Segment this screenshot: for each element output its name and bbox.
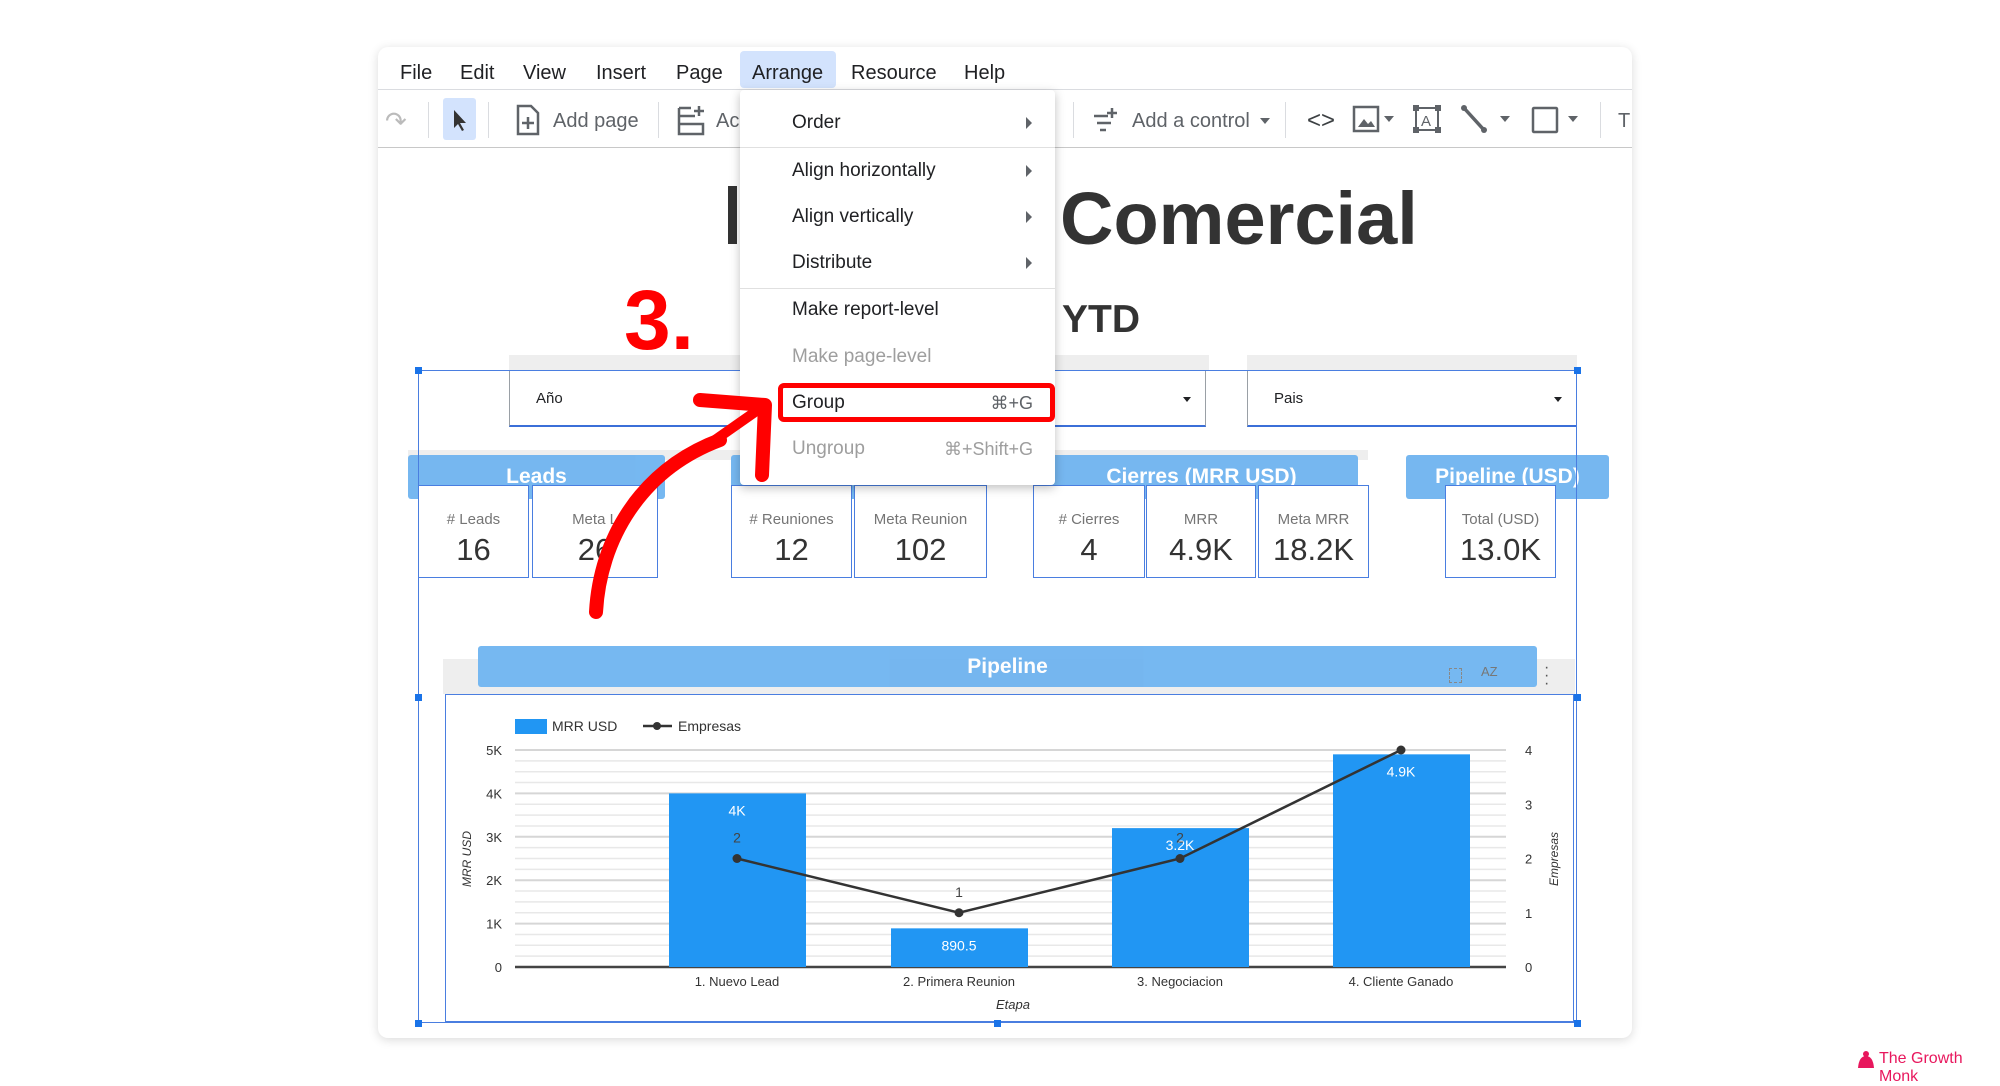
menu-item-make-report-level[interactable]: Make report-level [792,297,939,323]
line-point [732,854,742,863]
menu-item-distribute[interactable]: Distribute [792,250,872,276]
line-point [954,908,964,918]
legend-label-empresas: Empresas [678,718,741,734]
submenu-arrow-icon [1026,165,1032,177]
submenu-arrow-icon [1026,117,1032,129]
menu-item-order[interactable]: Order [792,110,841,136]
y2-tick-label: 3 [1525,797,1532,812]
bar-data-label: 4K [728,802,746,818]
y-axis-title: MRR USD [460,831,474,887]
empresas-line [736,748,1402,915]
x-tick-label: 4. Cliente Ganado [1349,974,1454,989]
menu-item-align-vertically[interactable]: Align vertically [792,204,913,230]
arrange-menu: Order Align horizontally Align verticall… [740,90,1055,485]
resize-handle[interactable] [994,1020,1001,1027]
bar-data-label: 4.9K [1387,763,1416,779]
legend-swatch-mrr [515,719,547,734]
resize-handle[interactable] [1574,1020,1581,1027]
legend-marker-empresas [653,722,661,730]
line-data-label: 2 [1176,830,1184,846]
bar [669,793,806,967]
line-data-label: 2 [733,830,741,846]
x-axis-title: Etapa [996,997,1030,1012]
y-tick-label: 4K [486,786,502,801]
y-tick-label: 5K [486,743,502,758]
menu-item-group[interactable]: Group [792,390,845,416]
resize-handle[interactable] [1574,367,1581,374]
y-tick-label: 0 [495,960,502,975]
line-data-label: 4 [1397,721,1405,737]
monk-logo-icon [1858,1051,1874,1068]
x-tick-label: 1. Nuevo Lead [695,974,780,989]
shortcut-label: ⌘+Shift+G [943,439,1033,459]
bar [1333,754,1470,967]
menu-item-make-page-level[interactable]: Make page-level [792,344,931,370]
resize-handle[interactable] [415,694,422,701]
submenu-arrow-icon [1026,257,1032,269]
divider [740,288,1055,289]
resize-handle[interactable] [415,1020,422,1027]
menu-item-align-horizontally[interactable]: Align horizontally [792,158,936,184]
x-tick-label: 3. Negociacion [1137,974,1223,989]
step-annotation: 3. [624,273,695,367]
resize-handle[interactable] [415,367,422,374]
y2-axis-title: Empresas [1547,832,1561,886]
watermark-text: The Growth Monk [1879,1050,1963,1085]
submenu-arrow-icon [1026,211,1032,223]
line-point [1396,745,1406,755]
y-tick-label: 3K [486,830,502,845]
shortcut-label: ⌘+G [990,393,1033,413]
y2-tick-label: 2 [1525,852,1532,867]
line-data-label: 1 [955,884,963,900]
x-tick-label: 2. Primera Reunion [903,974,1015,989]
bar-data-label: 890.5 [941,937,976,953]
y2-tick-label: 0 [1525,960,1532,975]
y2-tick-label: 4 [1525,743,1532,758]
legend-label-mrr: MRR USD [552,718,617,734]
resize-handle[interactable] [1574,694,1581,701]
y2-tick-label: 1 [1525,906,1532,921]
menu-item-ungroup[interactable]: Ungroup [792,436,865,462]
divider [740,147,1055,148]
y-tick-label: 2K [486,873,502,888]
line-point [1175,854,1185,863]
y-tick-label: 1K [486,917,502,932]
